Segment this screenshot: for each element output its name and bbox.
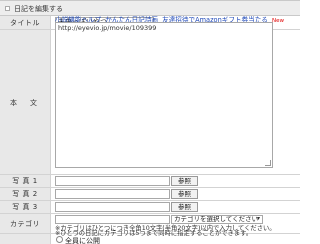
diary-editor: 日記を編集する タイトル 未来っぽいやつ 本 文 小説機能ヘルプ かんたん日記詩… [0, 0, 300, 244]
visibility-label [0, 234, 51, 244]
body-text: http://eyevio.jp/movie/109399 [58, 24, 157, 32]
category-select-value: カテゴリを選択してください [174, 215, 259, 223]
photo-label-3: 写 真 3 [0, 201, 51, 213]
photo-row-1: 写 真 1 参照 [0, 175, 300, 188]
browse-button-1[interactable]: 参照 [171, 176, 198, 186]
category-label: カテゴリ [0, 214, 51, 233]
resize-handle[interactable] [265, 160, 271, 166]
browse-button-3[interactable]: 参照 [171, 202, 198, 212]
photo-row-3: 写 真 3 参照 [0, 201, 300, 214]
dropdown-arrow-icon: ▾ [256, 215, 260, 222]
public-radio[interactable] [56, 236, 63, 243]
page-title: 日記を編集する [14, 5, 63, 13]
photo-row-2: 写 真 2 参照 [0, 188, 300, 201]
body-label: 本 文 [0, 30, 51, 175]
photo-label-2: 写 真 2 [0, 188, 51, 200]
title-label: タイトル [0, 16, 51, 29]
visibility-row [0, 234, 300, 244]
photo-label-1: 写 真 1 [0, 175, 51, 187]
photo-file-input-1[interactable] [55, 176, 170, 186]
new-badge: New [272, 18, 285, 24]
body-textarea[interactable]: http://eyevio.jp/movie/109399 [55, 22, 273, 168]
header-square-icon [5, 6, 10, 11]
public-radio-label: 全員に公開 [65, 237, 100, 244]
category-row: カテゴリ カテゴリを選択してください ▾ ※カテゴリはひとつにつき全角10文字(… [0, 214, 300, 237]
browse-button-2[interactable]: 参照 [171, 189, 198, 199]
photo-file-input-2[interactable] [55, 189, 170, 199]
photo-file-input-3[interactable] [55, 202, 170, 212]
